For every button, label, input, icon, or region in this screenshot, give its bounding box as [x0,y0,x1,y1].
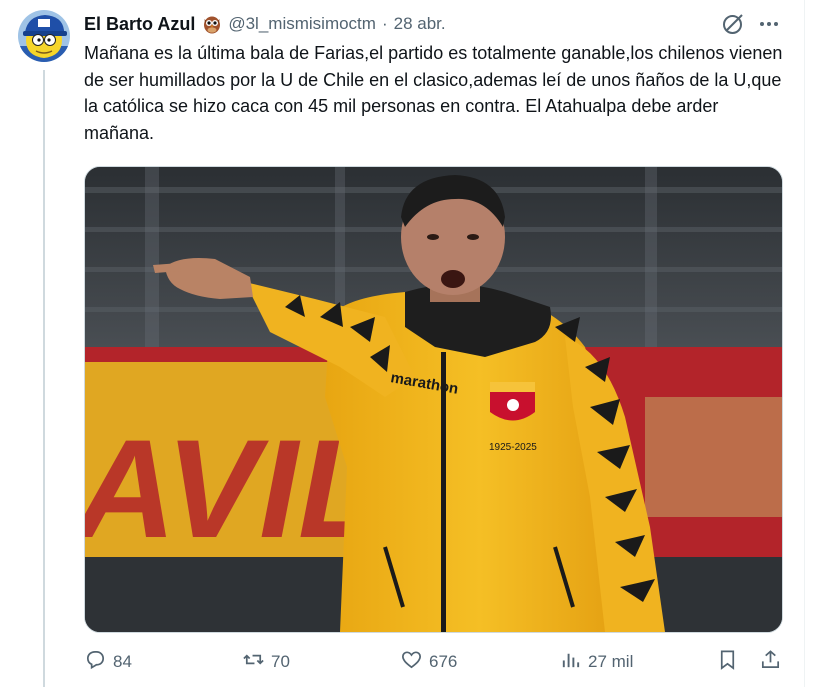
tweet-date[interactable]: 28 abr. [394,14,446,34]
like-button[interactable]: 676 [400,648,457,676]
column-divider [804,0,805,687]
avatar[interactable] [18,10,70,62]
bookmark-icon [716,648,739,676]
tweet-text: Mañana es la última bala de Farias,el pa… [84,43,783,143]
crest-year-text: 1925-2025 [489,442,537,453]
like-icon [400,648,423,676]
grok-icon[interactable] [720,11,746,37]
repost-icon [242,648,265,676]
tweet-header: El Barto Azul @3l_mismisimoctm · 28 abr. [84,12,446,36]
views-button[interactable]: 27 mil [559,648,633,676]
repost-count: 70 [271,652,290,671]
tweet-actions: 84 70 676 27 mil [84,648,784,676]
views-count: 27 mil [588,652,634,671]
thread-line [43,70,45,687]
share-button[interactable] [759,648,782,676]
owl-emoji-icon [202,14,222,34]
separator-dot: · [381,14,388,33]
reply-button[interactable]: 84 [84,648,132,676]
bookmark-button[interactable] [716,648,739,676]
like-count: 676 [429,652,458,671]
user-handle[interactable]: @3l_mismisimoctm [228,14,376,34]
views-icon [559,648,582,676]
tweet-media-image[interactable]: AVILA marathon 1925-2025 [84,166,783,633]
reply-icon [84,648,107,676]
repost-button[interactable]: 70 [242,648,290,676]
reply-count: 84 [113,652,132,671]
more-icon[interactable] [756,11,782,37]
display-name[interactable]: El Barto Azul [84,14,195,35]
share-icon [759,648,782,676]
